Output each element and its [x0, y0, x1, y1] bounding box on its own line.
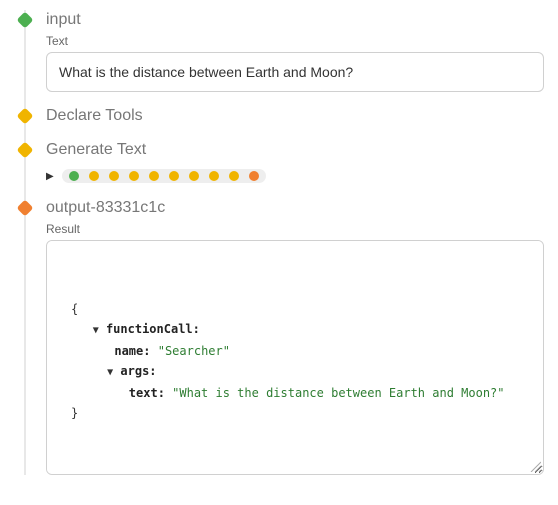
resize-grip-icon[interactable] [529, 460, 541, 472]
json-val-text: "What is the distance between Earth and … [172, 386, 504, 400]
json-key-name: name: [114, 344, 150, 358]
progress-bar [62, 169, 266, 183]
node-dot-declare [17, 108, 34, 125]
node-dot-output [17, 200, 34, 217]
progress-dot [209, 171, 219, 181]
progress-dot [89, 171, 99, 181]
json-brace-open: { [71, 302, 78, 316]
result-output-box[interactable]: { ▼ functionCall: name: "Searcher" ▼ arg… [46, 240, 544, 475]
progress-dot [69, 171, 79, 181]
node-generate-text: Generate Text ▶ [12, 140, 538, 198]
tree-toggle-icon[interactable]: ▼ [93, 325, 99, 336]
progress-dot [129, 171, 139, 181]
copy-icon[interactable] [509, 257, 527, 275]
json-key-text: text: [129, 386, 165, 400]
json-key-args: args: [120, 364, 156, 378]
node-dot-input [17, 12, 34, 29]
node-title-declare[interactable]: Declare Tools [46, 106, 538, 126]
field-label-text: Text [46, 34, 538, 48]
input-text-field[interactable] [46, 52, 544, 92]
json-val-name: "Searcher" [158, 344, 230, 358]
progress-dot [169, 171, 179, 181]
node-title-output[interactable]: output-83331c1c [46, 198, 538, 218]
generate-progress-row: ▶ [46, 168, 538, 184]
node-title-generate[interactable]: Generate Text [46, 140, 538, 160]
progress-dot [229, 171, 239, 181]
field-label-result: Result [46, 222, 538, 236]
node-dot-generate [17, 142, 34, 159]
progress-dot [189, 171, 199, 181]
json-key-functioncall: functionCall: [106, 322, 200, 336]
progress-dot [249, 171, 259, 181]
progress-dot [149, 171, 159, 181]
workflow-timeline: input Text Declare Tools Generate Text ▶… [12, 10, 538, 475]
tree-toggle-icon[interactable]: ▼ [107, 367, 113, 378]
disclosure-icon[interactable]: ▶ [46, 171, 54, 182]
node-declare-tools: Declare Tools [12, 106, 538, 140]
node-title-input[interactable]: input [46, 10, 538, 30]
node-input: input Text [12, 10, 538, 106]
node-output: output-83331c1c Result { ▼ functionCall:… [12, 198, 538, 475]
progress-dot [109, 171, 119, 181]
json-brace-close: } [71, 406, 78, 420]
